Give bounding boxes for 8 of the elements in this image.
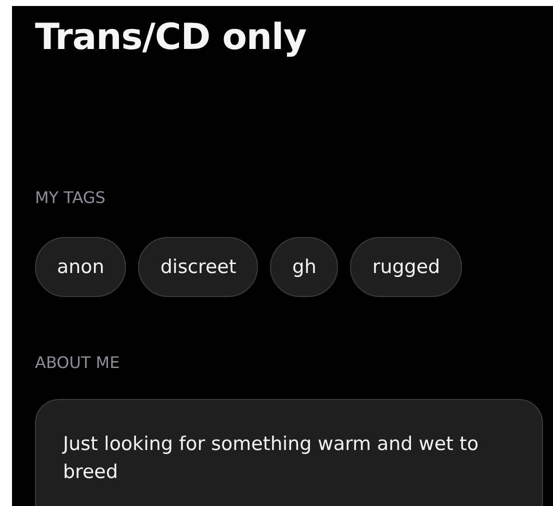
about-text: Just looking for something warm and wet to breed — [63, 432, 480, 485]
tag-chip: anon — [35, 237, 126, 297]
tag-chip: rugged — [350, 237, 462, 297]
profile-title: Trans/CD only — [35, 16, 308, 60]
tag-chip: discreet — [138, 237, 258, 297]
section-label: ABOUT ME — [35, 352, 121, 374]
section-label: MY TAGS — [35, 187, 106, 209]
tag-chip: gh — [270, 237, 338, 297]
